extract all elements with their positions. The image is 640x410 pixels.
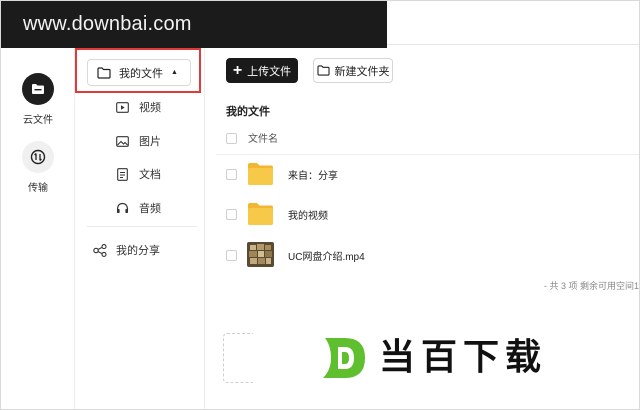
watermark-logo: 当百下载: [319, 334, 547, 382]
upload-file-button[interactable]: + 上传文件: [226, 58, 298, 83]
app-window: www.downbai.com 云文件 传输 我的文件 ▲ 视频 图片 文档 音…: [0, 0, 640, 410]
row-checkbox[interactable]: [226, 209, 237, 220]
upload-file-label: 上传文件: [247, 65, 292, 78]
upload-drop-zone[interactable]: [223, 333, 253, 383]
watermark-site-text: www.downbai.com: [23, 13, 192, 35]
new-folder-button[interactable]: 新建文件夹: [313, 58, 393, 83]
watermark-logo-text: 当百下载: [379, 337, 548, 378]
sidebar: 我的文件 ▲ 视频 图片 文档 音频 我的分享: [75, 48, 205, 409]
table-row[interactable]: 来自：分享: [226, 161, 640, 187]
row-checkbox[interactable]: [226, 250, 237, 261]
video-thumbnail-icon: [247, 242, 274, 267]
sidebar-item-images[interactable]: 图片: [115, 133, 161, 149]
select-all-checkbox[interactable]: [226, 133, 237, 144]
sidebar-item-my-files[interactable]: 我的文件 ▲: [87, 59, 191, 86]
new-folder-label: 新建文件夹: [334, 65, 390, 78]
logo-d-icon: [319, 334, 369, 382]
row-checkbox[interactable]: [226, 169, 237, 180]
header-divider: [216, 154, 639, 155]
sidebar-item-my-files-label: 我的文件: [119, 67, 163, 80]
file-count-summary: - 共 3 项 剩余可用空间1: [543, 281, 639, 291]
table-row[interactable]: 我的视频: [226, 201, 640, 227]
video-icon: [115, 100, 129, 114]
sidebar-item-images-label: 图片: [139, 136, 161, 148]
document-icon: [115, 167, 129, 181]
file-list-header: 文件名: [226, 133, 640, 153]
breadcrumb: 我的文件: [226, 106, 270, 118]
folder-icon: [247, 201, 274, 226]
share-icon: [93, 243, 107, 257]
folder-outline-icon: [97, 66, 111, 79]
plus-icon: +: [232, 61, 243, 79]
sidebar-item-documents-label: 文档: [139, 169, 161, 181]
file-name: UC网盘介绍.mp4: [288, 252, 365, 263]
left-rail: 云文件 传输: [1, 48, 75, 409]
folder-icon: [22, 73, 54, 105]
file-name: 来自：分享: [288, 171, 338, 182]
image-icon: [115, 134, 129, 148]
sidebar-item-my-shares-label: 我的分享: [116, 245, 160, 257]
caret-up-icon: ▲: [171, 69, 178, 76]
file-name: 我的视频: [288, 211, 328, 222]
sidebar-item-audio-label: 音频: [139, 203, 161, 215]
watermark-banner: www.downbai.com: [1, 1, 387, 48]
table-row[interactable]: UC网盘介绍.mp4: [226, 242, 640, 268]
sidebar-item-my-shares[interactable]: 我的分享: [93, 242, 160, 258]
rail-item-transfer[interactable]: 传输: [1, 141, 75, 194]
transfer-icon: [22, 141, 54, 173]
sidebar-item-documents[interactable]: 文档: [115, 166, 161, 182]
sidebar-item-audio[interactable]: 音频: [115, 200, 161, 216]
sidebar-item-video-label: 视频: [139, 102, 161, 114]
rail-item-cloud-files[interactable]: 云文件: [1, 73, 75, 126]
rail-label-transfer: 传输: [28, 183, 48, 194]
sidebar-item-video[interactable]: 视频: [115, 99, 161, 115]
headphones-icon: [115, 201, 129, 215]
folder-icon: [247, 161, 274, 186]
folder-outline-icon: [316, 65, 330, 76]
sidebar-divider: [87, 226, 197, 227]
column-header-filename: 文件名: [248, 134, 278, 145]
header-divider: [387, 44, 639, 45]
rail-label-cloud-files: 云文件: [23, 115, 53, 126]
